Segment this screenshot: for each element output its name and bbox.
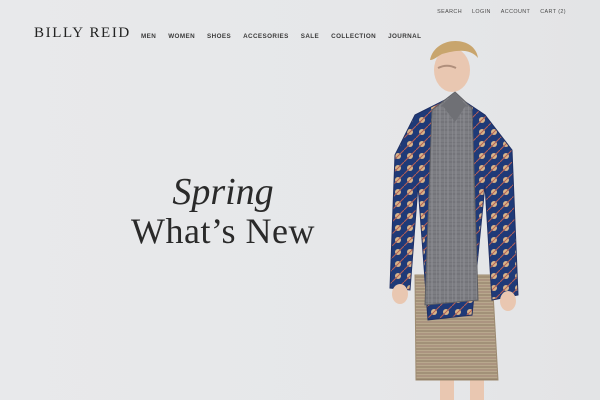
brand-logo[interactable]: BILLY REID	[34, 25, 131, 42]
nav-sale[interactable]: SALE	[301, 33, 319, 40]
nav-men[interactable]: MEN	[141, 33, 156, 40]
hero-title[interactable]: What’s New	[90, 210, 356, 252]
nav-collection[interactable]: COLLECTION	[331, 33, 376, 40]
nav-accessories[interactable]: ACCESORIES	[243, 33, 289, 40]
hero-season: Spring	[172, 171, 274, 213]
cart-link[interactable]: CART (2)	[540, 9, 566, 15]
nav-women[interactable]: WOMEN	[168, 33, 195, 40]
account-link[interactable]: ACCOUNT	[501, 9, 530, 15]
utility-nav: SEARCH LOGIN ACCOUNT CART (2)	[427, 9, 566, 15]
login-link[interactable]: LOGIN	[472, 9, 491, 15]
nav-shoes[interactable]: SHOES	[207, 33, 231, 40]
search-link[interactable]: SEARCH	[437, 9, 462, 15]
model-photo[interactable]	[380, 30, 550, 400]
